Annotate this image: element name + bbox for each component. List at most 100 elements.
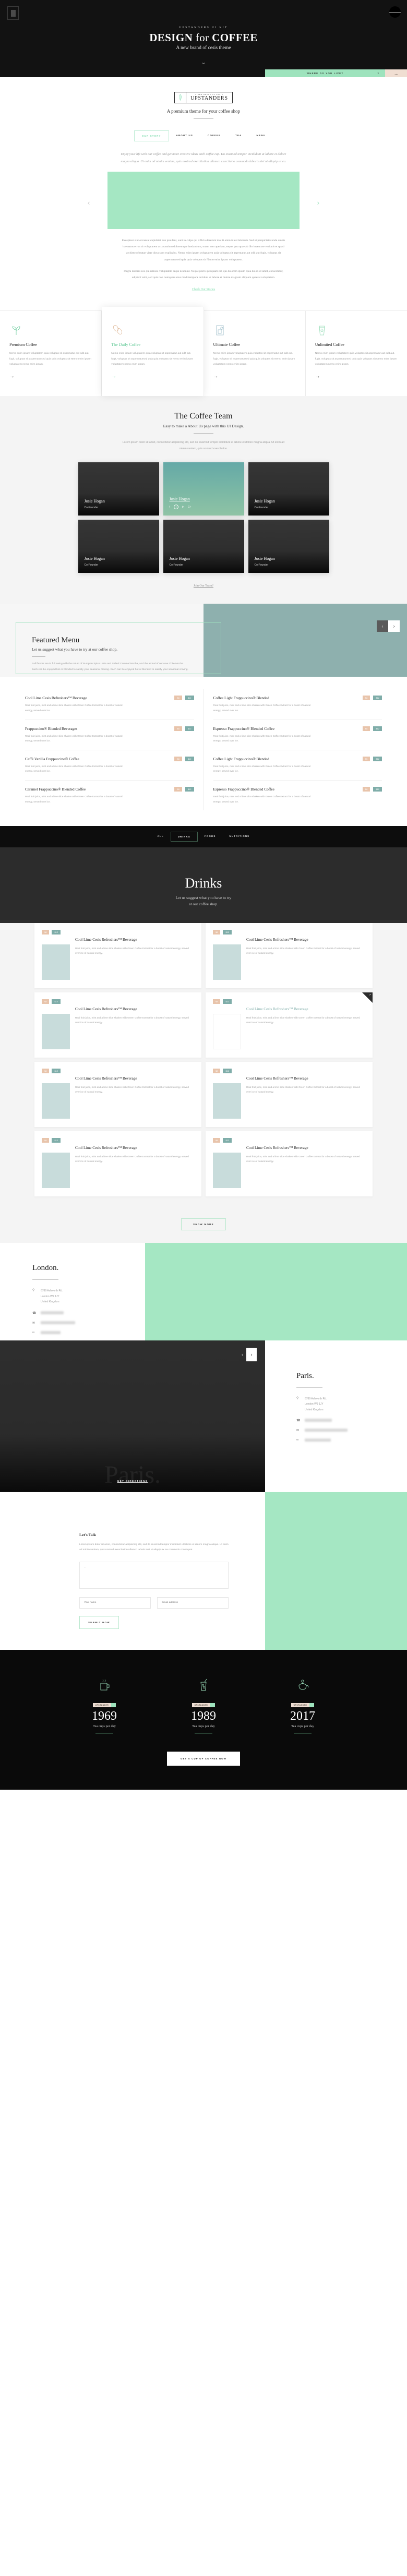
message-textarea[interactable] (79, 1561, 229, 1589)
googleplus-icon[interactable]: G+ (188, 506, 191, 509)
location-paris-map[interactable]: Paris. GET DIRECTIONS ‹ › (0, 1340, 265, 1492)
stat-badge-label: UPSTANDER (92, 1703, 112, 1707)
menu-item[interactable]: Caffè Vanilla Frappuccino® Coffee $8 $12… (25, 750, 194, 781)
tab-about-us[interactable]: ABOUT US (169, 130, 201, 141)
arrow-right-icon[interactable]: → (213, 374, 296, 379)
location-phone-row[interactable]: ☎ (296, 1419, 407, 1422)
menu-item[interactable]: Espresso Frappuccino® Blended Coffee $8 … (213, 720, 382, 750)
email-field[interactable] (157, 1597, 229, 1609)
tab-foods[interactable]: FOODS (198, 832, 223, 842)
arrow-right-icon[interactable]: → (315, 374, 398, 379)
location-london-map[interactable] (145, 1243, 407, 1340)
chevron-left-icon[interactable]: ‹ (88, 199, 90, 207)
drink-title: Cool Lime Cesis Refreshers™ Beverage (246, 1007, 308, 1012)
drink-desc: Real fruit juice, mint and a lime slice … (75, 1085, 189, 1094)
tab-drinks[interactable]: DRINKS (170, 832, 198, 842)
drink-card[interactable]: $8 $12 Cool Lime Cesis Refreshers™ Bever… (206, 1062, 373, 1128)
tab-all[interactable]: ALL (151, 832, 171, 842)
drinks-subtitle-line1: Let us suggest what you have to try (175, 895, 232, 901)
chevron-left-icon[interactable]: ‹ (377, 620, 388, 632)
site-logo[interactable] (7, 6, 19, 20)
team-member-card[interactable]: Josie Hogan Co-Founder (248, 462, 329, 516)
tab-nutritions[interactable]: NUTRITIONS (222, 832, 256, 842)
location-link-row[interactable]: ∞ (296, 1439, 407, 1442)
drink-card[interactable]: $8 $12 Cool Lime Cesis Refreshers™ Bever… (206, 923, 373, 989)
arrow-right-icon[interactable]: → (111, 374, 194, 379)
location-phone-row[interactable]: ☎ (32, 1311, 145, 1315)
tab-tea[interactable]: TEA (228, 130, 249, 141)
stat-badge: UPSTANDER (191, 1703, 216, 1707)
drink-thumbnail (42, 1153, 70, 1189)
tab-our-story[interactable]: OUR STORY (134, 130, 169, 141)
drink-card[interactable]: $8 $12 Cool Lime Cesis Refreshers™ Bever… (34, 992, 201, 1058)
menu-item[interactable]: Coffee Light Frappuccino® Blended $8 $12… (213, 689, 382, 720)
menu-item[interactable]: Cool Lime Cesis Refreshers™ Beverage $8 … (25, 689, 194, 720)
menu-item[interactable]: Caramel Frappuccino® Blended Coffee $8 $… (25, 781, 194, 810)
location-link-row[interactable]: ∞ (32, 1331, 145, 1334)
check-our-stories-link[interactable]: Check Our Stories (192, 288, 215, 291)
team-member-name: Josie Hogan (254, 499, 275, 504)
feature-card-unlimited-coffee[interactable]: Unlimited Coffee Nemo enim ipsam volupta… (306, 311, 407, 396)
menu-item[interactable]: Coffee Light Frappuccino® Blended $5 $12… (213, 750, 382, 781)
location-select-field[interactable]: WHERE DO YOU LIVE? ▾ (265, 69, 385, 77)
price-large: $12 (223, 930, 232, 935)
chevron-left-icon[interactable]: ‹ (242, 1352, 243, 1357)
chevron-right-icon[interactable]: › (388, 620, 400, 632)
drink-desc: Real fruit juice, mint and a lime slice … (246, 946, 360, 955)
menu-item[interactable]: Espresso Frappuccino® Blended Coffee $8 … (213, 781, 382, 810)
stat-badge-accent (111, 1703, 116, 1707)
stat-badge-accent (210, 1703, 216, 1707)
expand-icon[interactable]: ↗ (369, 993, 371, 997)
chevron-right-icon[interactable]: › (317, 199, 319, 207)
price-small: $8 (174, 787, 182, 792)
submit-button[interactable]: SUBMIT NOW (79, 1615, 119, 1629)
menu-item[interactable]: Frappuccino® Blended Beverages $8 $12 Re… (25, 720, 194, 750)
menu-item-desc: Real fruit juice, mint and a lime slice … (25, 704, 123, 712)
twitter-icon[interactable]: t (173, 505, 178, 510)
drink-card[interactable]: $8 $12 Cool Lime Cesis Refreshers™ Bever… (34, 923, 201, 989)
drink-thumbnail (213, 944, 241, 980)
drink-card[interactable]: $8 $12 Cool Lime Cesis Refreshers™ Bever… (34, 1062, 201, 1128)
menu-item-head: Espresso Frappuccino® Blended Coffee $8 … (213, 787, 382, 792)
drink-card-body: $8 $12 Cool Lime Cesis Refreshers™ Bever… (213, 930, 365, 980)
cta-button[interactable]: GET A CUP OF COFFEE NOW (166, 1752, 241, 1766)
location-email-row[interactable]: ✉ (296, 1429, 407, 1432)
menu-item-desc: Real fruit juice, mint and a lime slice … (25, 795, 123, 803)
get-directions-link[interactable]: GET DIRECTIONS (117, 1480, 148, 1482)
menu-item-desc: Real fruit juice, mint and a lime slice … (25, 764, 123, 773)
feature-card-the-daily-coffee[interactable]: The Daily Coffee Nemo enim ipsam volupta… (102, 307, 204, 397)
location-submit-button[interactable]: → (385, 69, 407, 77)
location-selector[interactable]: WHERE DO YOU LIVE? ▾ → (265, 69, 407, 77)
chevron-right-icon[interactable]: › (246, 1347, 257, 1361)
feature-card-ultimate-coffee[interactable]: Ultimate Coffee Nemo enim ipsam voluptat… (204, 311, 306, 397)
drink-card[interactable]: $8 $12 Cool Lime Cesis Refreshers™ Bever… (206, 1131, 373, 1197)
location-paris-section: Paris. GET DIRECTIONS ‹ › Paris. ⚲ 6789 … (0, 1340, 407, 1492)
location-email-row[interactable]: ✉ (32, 1321, 145, 1325)
team-member-card[interactable]: Josie Hogan Co-Founder (78, 520, 159, 573)
tab-menu[interactable]: MENU (249, 130, 273, 141)
team-member-card-featured[interactable]: Josie Hogan f t in G+ (163, 462, 244, 516)
join-our-team-link[interactable]: Join Our Team? (194, 584, 213, 588)
drink-card-selected[interactable]: ↗ $8 $12 Cool Lime Cesis Refreshers™ Bev… (206, 992, 373, 1058)
linkedin-icon[interactable]: in (182, 506, 184, 509)
scroll-down-icon[interactable]: ⌄ (201, 58, 206, 66)
menu-line-3 (396, 11, 401, 13)
arrow-right-icon[interactable]: → (9, 374, 92, 379)
hamburger-menu-icon[interactable] (389, 6, 401, 18)
team-member-card[interactable]: Josie Hogan Co-Founder (163, 520, 244, 573)
feature-card-premium-coffee[interactable]: Premium Coffee Nemo enim ipsam voluptate… (0, 311, 102, 397)
corner-badge (362, 992, 373, 1003)
price-large: $12 (223, 1069, 232, 1074)
drink-thumbnail (42, 944, 70, 980)
price-large: $12 (52, 1069, 61, 1074)
show-more-button[interactable]: SHOW MORE (181, 1218, 226, 1231)
tab-coffee[interactable]: COFFEE (200, 130, 228, 141)
drink-card[interactable]: $8 $12 Cool Lime Cesis Refreshers™ Bever… (34, 1131, 201, 1197)
team-member-info: Josie Hogan Co-Founder (85, 556, 105, 567)
team-member-card[interactable]: Josie Hogan Co-Founder (78, 462, 159, 516)
brand-name: UPSTANDERS (190, 95, 228, 101)
price-small: $8 (362, 726, 370, 731)
team-member-name: Josie Hogan (169, 497, 190, 502)
team-member-card[interactable]: Josie Hogan Co-Founder (248, 520, 329, 573)
name-field[interactable] (79, 1597, 151, 1609)
